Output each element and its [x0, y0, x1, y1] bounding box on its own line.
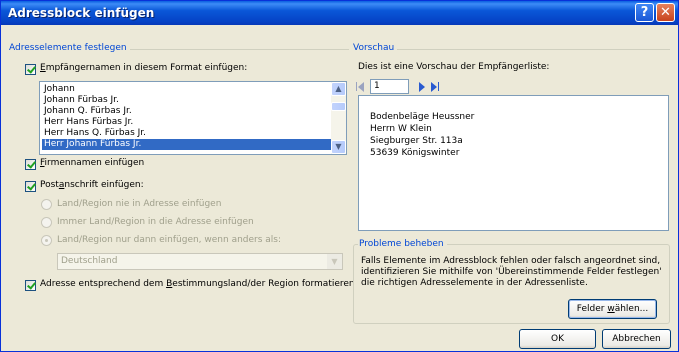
- match-fields-button[interactable]: Felder wählen...: [568, 299, 657, 319]
- next-record-arrow: [419, 82, 425, 92]
- chevron-down-icon[interactable]: ▼: [327, 254, 342, 269]
- last-record-button[interactable]: [430, 81, 442, 93]
- list-item[interactable]: Johann: [42, 84, 334, 95]
- postal-address-label-text: nschrift einfügen:: [64, 180, 144, 190]
- preview-line-2: Herrn W Klein: [370, 124, 432, 134]
- postal-address-label[interactable]: Postanschrift einfügen:: [40, 180, 144, 190]
- recipient-name-label-text: mpfängernamen in diesem Format einfügen:: [45, 63, 248, 73]
- insert-address-block-dialog: Adressblock einfügen ? ✕ Adresselemente …: [0, 0, 679, 352]
- list-item[interactable]: Herr Hans Fürbas Jr.: [42, 117, 334, 128]
- company-name-label-text: irmennamen einfügen: [44, 158, 145, 168]
- list-scrollbar[interactable]: ▲ ▼: [331, 82, 346, 154]
- right-group-divider: [353, 49, 670, 50]
- last-record-arrow: [431, 82, 437, 92]
- company-name-label[interactable]: Firmennamen einfügen: [40, 158, 144, 168]
- recipient-name-label[interactable]: Empfängernamen in diesem Format einfügen…: [40, 63, 247, 73]
- title-bar[interactable]: Adressblock einfügen ? ✕: [1, 1, 678, 25]
- first-record-button[interactable]: [355, 81, 367, 93]
- preview-line-1: Bodenbeläge Heussner: [370, 112, 475, 122]
- scroll-down-icon[interactable]: ▼: [331, 140, 346, 154]
- match-fields-button-accel: w: [607, 304, 615, 314]
- preview-line-3: Siegburger Str. 113a: [370, 136, 463, 146]
- match-fields-button-post: ählen...: [614, 304, 649, 314]
- problems-text: Falls Elemente im Adressblock fehlen ode…: [361, 256, 662, 288]
- name-format-list[interactable]: Johann Johann Fürbas Jr. Johann Q. Fürba…: [39, 81, 347, 155]
- postal-address-label-pre: Post: [40, 180, 59, 190]
- preview-intro: Dies ist eine Vorschau der Empfängerlist…: [358, 62, 550, 72]
- help-button[interactable]: ?: [635, 3, 654, 22]
- radio-never-country-label: Land/Region nie in Adresse einfügen: [57, 199, 222, 209]
- postal-address-checkbox[interactable]: [25, 181, 36, 192]
- radio-always-country[interactable]: [41, 217, 52, 228]
- list-item[interactable]: Johann Q. Fürbas Jr.: [42, 106, 334, 117]
- radio-country-if-different[interactable]: [41, 235, 52, 246]
- cancel-button[interactable]: Abbrechen: [602, 329, 671, 349]
- format-by-country-checkbox[interactable]: [25, 280, 36, 291]
- first-record-arrow: [358, 82, 364, 92]
- format-by-country-label-pre: Adresse entsprechend dem: [40, 279, 167, 289]
- last-record-bar: [438, 82, 439, 91]
- recipient-name-checkbox[interactable]: [25, 64, 36, 75]
- country-select-value: Deutschland: [61, 256, 118, 266]
- scroll-up-icon[interactable]: ▲: [331, 82, 346, 96]
- record-number-input[interactable]: 1: [370, 79, 409, 94]
- address-elements-group-title: Adresselemente festlegen: [9, 43, 130, 53]
- radio-country-if-different-label: Land/Region nur dann einfügen, wenn ande…: [57, 235, 282, 245]
- country-select[interactable]: Deutschland ▼: [57, 253, 343, 270]
- radio-never-country[interactable]: [41, 199, 52, 210]
- preview-group-title: Vorschau: [353, 43, 398, 53]
- address-preview-box: Bodenbeläge Heussner Herrn W Klein Siegb…: [358, 95, 669, 231]
- ok-button[interactable]: OK: [519, 329, 596, 349]
- first-record-bar: [356, 82, 357, 91]
- window-title: Adressblock einfügen: [8, 6, 155, 20]
- match-fields-button-pre: Felder: [576, 304, 608, 314]
- format-by-country-label[interactable]: Adresse entsprechend dem Bestimmungsland…: [40, 279, 355, 289]
- radio-always-country-label: Immer Land/Region in die Adresse einfüge…: [57, 217, 254, 227]
- problems-group-title: Probleme beheben: [358, 239, 447, 249]
- preview-line-4: 53639 Königswinter: [370, 148, 460, 158]
- scroll-thumb[interactable]: [331, 102, 346, 111]
- close-button[interactable]: ✕: [656, 3, 675, 22]
- format-by-country-label-text: estimmungsland/der Region formatieren: [172, 279, 355, 289]
- company-name-checkbox[interactable]: [25, 159, 36, 170]
- next-record-button[interactable]: [417, 81, 429, 93]
- list-item[interactable]: Johann Fürbas Jr.: [42, 95, 334, 106]
- list-item-selected[interactable]: Herr Johann Fürbas Jr.: [42, 139, 334, 150]
- list-item[interactable]: Herr Hans Q. Fürbas Jr.: [42, 128, 334, 139]
